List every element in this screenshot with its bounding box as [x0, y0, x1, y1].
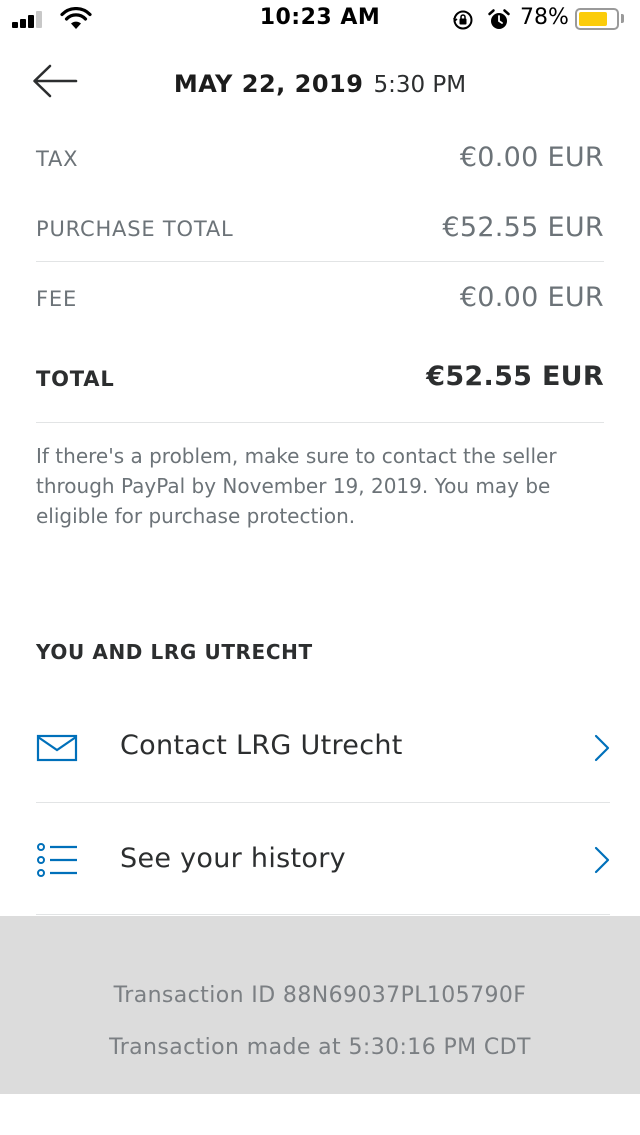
fee-value: €0.00 EUR [459, 282, 604, 313]
divider [36, 914, 610, 915]
divider [36, 261, 604, 262]
tax-label: TAX [36, 147, 79, 171]
fee-row: FEE €0.00 EUR [36, 282, 604, 318]
transaction-time: 5:30 PM [373, 72, 467, 98]
status-bar: 10:23 AM 78% [0, 0, 640, 40]
list-icon [37, 843, 77, 877]
divider [36, 422, 604, 423]
purchase-total-value: €52.55 EUR [442, 212, 604, 243]
purchase-total-label: PURCHASE TOTAL [36, 217, 234, 241]
divider [36, 802, 610, 803]
battery-tip [621, 14, 624, 23]
chevron-right-icon [594, 846, 610, 874]
transaction-date-header: MAY 22, 2019 5:30 PM [0, 70, 640, 98]
section-title: YOU AND LRG UTRECHT [36, 640, 313, 664]
tax-row: TAX €0.00 EUR [36, 142, 604, 178]
tax-value: €0.00 EUR [459, 142, 604, 173]
transaction-id: Transaction ID 88N69037PL105790F [113, 983, 527, 1008]
transaction-date: MAY 22, 2019 [173, 70, 364, 98]
see-history-link[interactable]: See your history [36, 812, 610, 912]
transaction-footer: Transaction ID 88N69037PL105790F Transac… [0, 916, 640, 1094]
battery-icon [575, 8, 619, 30]
total-label: TOTAL [36, 367, 115, 391]
see-history-label: See your history [120, 843, 346, 874]
battery-percentage: 78% [520, 5, 569, 30]
battery-level-fill [579, 12, 607, 26]
total-row: TOTAL €52.55 EUR [36, 361, 604, 397]
contact-seller-label: Contact LRG Utrecht [120, 730, 403, 761]
chevron-right-icon [594, 734, 610, 762]
purchase-total-row: PURCHASE TOTAL €52.55 EUR [36, 212, 604, 248]
rotation-lock-icon [453, 10, 473, 30]
transaction-timestamp: Transaction made at 5:30:16 PM CDT [109, 1035, 531, 1060]
purchase-protection-note: If there's a problem, make sure to conta… [36, 444, 557, 528]
fee-label: FEE [36, 287, 78, 311]
alarm-clock-icon [488, 9, 510, 29]
contact-seller-link[interactable]: Contact LRG Utrecht [36, 700, 610, 800]
total-value: €52.55 EUR [426, 361, 604, 392]
envelope-icon [36, 734, 78, 762]
transaction-details-screen: 10:23 AM 78% MAY 22, 2019 5:30 PM TAX €0.… [0, 0, 640, 1135]
